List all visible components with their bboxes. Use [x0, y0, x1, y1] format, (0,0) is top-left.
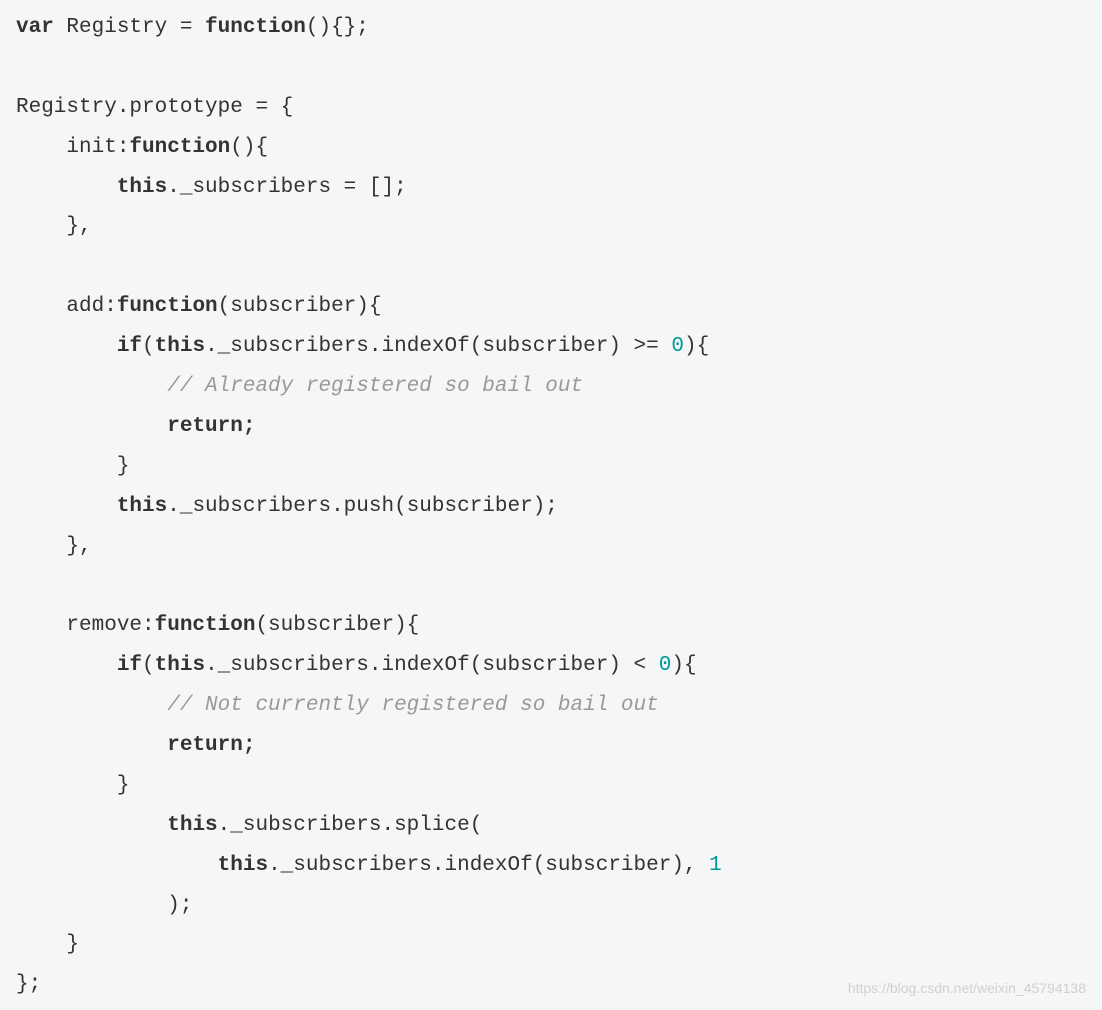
code-text: (	[142, 654, 155, 677]
code-text	[16, 335, 117, 358]
code-text: (subscriber){	[218, 295, 382, 318]
code-text: add:	[16, 295, 117, 318]
keyword-this: this	[117, 176, 167, 199]
keyword-this: this	[117, 495, 167, 518]
code-text: ._subscribers.indexOf(subscriber),	[268, 854, 709, 877]
comment: // Not currently registered so bail out	[167, 694, 658, 717]
keyword-function: function	[117, 295, 218, 318]
code-block: var Registry = function(){}; Registry.pr…	[16, 8, 1086, 1005]
code-text: },	[16, 215, 92, 238]
code-text: }	[16, 774, 129, 797]
code-text: remove:	[16, 614, 155, 637]
keyword-var: var	[16, 16, 54, 39]
keyword-if: if	[117, 654, 142, 677]
code-text: (subscriber){	[255, 614, 419, 637]
keyword-this: this	[155, 654, 205, 677]
keyword-return: return;	[167, 415, 255, 438]
code-text	[16, 495, 117, 518]
code-text: ){	[684, 335, 709, 358]
code-text: }	[16, 933, 79, 956]
keyword-function: function	[155, 614, 256, 637]
code-text	[16, 854, 218, 877]
code-text: (){	[230, 136, 268, 159]
keyword-return: return;	[167, 734, 255, 757]
code-text: ._subscribers.push(subscriber);	[167, 495, 558, 518]
code-text: };	[16, 973, 41, 996]
number-literal: 0	[671, 335, 684, 358]
code-text: },	[16, 535, 92, 558]
code-text	[16, 694, 167, 717]
code-text	[16, 176, 117, 199]
code-text	[16, 734, 167, 757]
keyword-if: if	[117, 335, 142, 358]
keyword-this: this	[155, 335, 205, 358]
code-text	[16, 415, 167, 438]
watermark: https://blog.csdn.net/weixin_45794138	[848, 975, 1086, 1002]
keyword-this: this	[167, 814, 217, 837]
keyword-this: this	[218, 854, 268, 877]
code-text: (){};	[306, 16, 369, 39]
code-text: ._subscribers.indexOf(subscriber) <	[205, 654, 659, 677]
code-text: Registry.prototype = {	[16, 96, 293, 119]
code-text: ._subscribers = [];	[167, 176, 406, 199]
code-text	[16, 814, 167, 837]
code-text: );	[16, 894, 192, 917]
code-text: ._subscribers.splice(	[218, 814, 483, 837]
code-text: init:	[16, 136, 129, 159]
code-text: (	[142, 335, 155, 358]
keyword-function: function	[205, 16, 306, 39]
number-literal: 0	[659, 654, 672, 677]
code-text: Registry =	[54, 16, 205, 39]
code-text	[16, 375, 167, 398]
code-text	[16, 654, 117, 677]
code-text: }	[16, 455, 129, 478]
number-literal: 1	[709, 854, 722, 877]
code-text: ){	[671, 654, 696, 677]
code-text: ._subscribers.indexOf(subscriber) >=	[205, 335, 671, 358]
comment: // Already registered so bail out	[167, 375, 583, 398]
keyword-function: function	[129, 136, 230, 159]
